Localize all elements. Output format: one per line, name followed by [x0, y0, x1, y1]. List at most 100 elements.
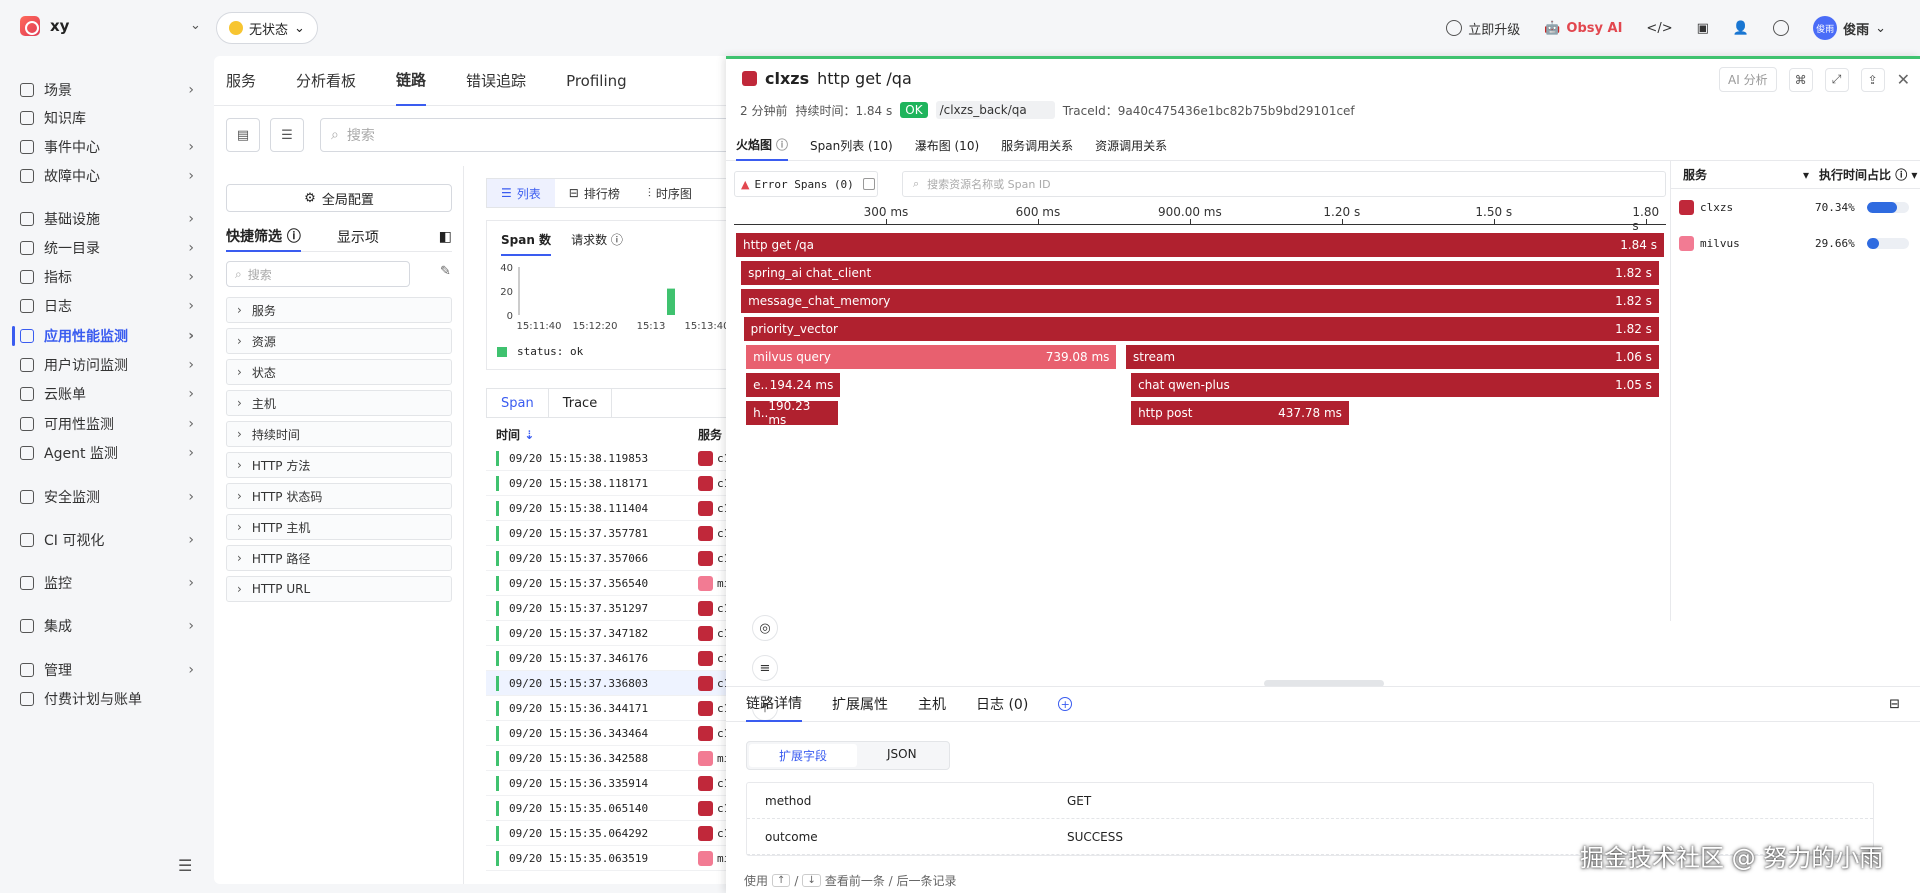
workspace-switcher[interactable]: xy ⌄: [20, 16, 201, 36]
table-row[interactable]: 09/20 15:15:37.346176 c1: [486, 646, 734, 671]
flame-span[interactable]: stream 1.06 s: [1126, 345, 1659, 369]
tab-drawer-3[interactable]: 服务调用关系: [1001, 131, 1073, 161]
tab-request-count[interactable]: 请求数 ⓘ: [571, 231, 623, 256]
sidebar-item-availability[interactable]: 可用性监测 ›: [20, 410, 200, 438]
error-spans-toggle[interactable]: ▲ Error Spans (0): [734, 171, 878, 197]
tab-detail-2[interactable]: 主机: [918, 686, 946, 722]
tab-4[interactable]: Profiling: [566, 56, 627, 106]
collapse-sidebar-icon[interactable]: ☰: [178, 856, 192, 875]
tab-detail-1[interactable]: 扩展属性: [832, 686, 888, 722]
sidebar-item-billing[interactable]: 付费计划与账单: [20, 685, 200, 713]
user-button[interactable]: 👤: [1733, 21, 1749, 36]
sidebar-item-monitor[interactable]: 监控 ›: [20, 569, 200, 597]
service-row[interactable]: clxzs 70.34%: [1671, 189, 1920, 225]
table-row[interactable]: 09/20 15:15:36.335914 c1: [486, 771, 734, 796]
column-service[interactable]: 服务: [1683, 166, 1803, 183]
sidebar-item-rum[interactable]: 用户访问监测 ›: [20, 351, 200, 379]
tab-drawer-1[interactable]: Span列表 (10): [810, 131, 893, 161]
tab-span-count[interactable]: Span 数: [501, 231, 552, 256]
sidebar-item-ci[interactable]: CI 可视化 ›: [20, 526, 200, 554]
attribute-value[interactable]: GET: [1067, 794, 1091, 808]
edit-icon[interactable]: ✎: [440, 264, 451, 279]
table-row[interactable]: 09/20 15:15:36.344171 c1: [486, 696, 734, 721]
facet-item[interactable]: › HTTP 主机: [226, 514, 452, 540]
facet-item[interactable]: › HTTP 状态码: [226, 483, 452, 509]
save-view-button[interactable]: ▤: [226, 118, 260, 152]
facet-item[interactable]: › 资源: [226, 328, 452, 354]
collapse-panel-icon[interactable]: ◧: [439, 229, 452, 245]
tab-2[interactable]: 链路: [396, 56, 427, 106]
table-row[interactable]: 09/20 15:15:35.065140 c1: [486, 796, 734, 821]
sidebar-item-fault[interactable]: 故障中心 ›: [20, 162, 200, 190]
global-config-button[interactable]: ⚙ 全局配置: [226, 184, 452, 212]
facet-item[interactable]: › 状态: [226, 359, 452, 385]
table-row[interactable]: 09/20 15:15:37.356540 mi: [486, 571, 734, 596]
flame-span[interactable]: e.. 194.24 ms: [746, 373, 841, 397]
facet-item[interactable]: › 持续时间: [226, 421, 452, 447]
upgrade-button[interactable]: 立即升级: [1446, 19, 1520, 38]
tab-drawer-4[interactable]: 资源调用关系: [1095, 131, 1167, 161]
sidebar-item-integration[interactable]: 集成 ›: [20, 612, 200, 640]
facet-item[interactable]: › 服务: [226, 297, 452, 323]
tab-view-1[interactable]: ⊟ 排行榜: [555, 179, 634, 207]
table-row[interactable]: 09/20 15:15:37.336803 c1: [486, 671, 734, 696]
sidebar-item-event[interactable]: 事件中心 ›: [20, 133, 200, 161]
help-button[interactable]: [1773, 20, 1790, 36]
chart-bar[interactable]: [667, 288, 675, 315]
facet-item[interactable]: › HTTP 方法: [226, 452, 452, 478]
flame-span[interactable]: chat qwen-plus 1.05 s: [1131, 373, 1659, 397]
sidebar-item-book[interactable]: 知识库: [20, 104, 200, 132]
add-tab-icon[interactable]: +: [1058, 697, 1073, 711]
sidebar-item-infra[interactable]: 基础设施 ›: [20, 205, 200, 233]
flame-search-input[interactable]: ⌕ 搜索资源名称或 Span ID: [902, 171, 1666, 197]
table-row[interactable]: 09/20 15:15:36.343464 c1: [486, 721, 734, 746]
sidebar-item-admin[interactable]: 管理 ›: [20, 656, 200, 684]
tab-trace[interactable]: Trace: [549, 389, 613, 417]
sidebar-item-metric[interactable]: 指标 ›: [20, 263, 200, 291]
flame-span[interactable]: h.. 190.23 ms: [746, 399, 839, 427]
locate-button[interactable]: ◎: [752, 615, 778, 641]
facet-item[interactable]: › 主机: [226, 390, 452, 416]
facet-item[interactable]: › HTTP 路径: [226, 545, 452, 571]
tab-view-0[interactable]: ☰ 列表: [487, 179, 555, 207]
table-row[interactable]: 09/20 15:15:38.119853 c1: [486, 446, 734, 471]
tab-view-2[interactable]: ⫶ 时序图: [634, 179, 706, 207]
attribute-value[interactable]: SUCCESS: [1067, 830, 1123, 844]
tab-detail-0[interactable]: 链路详情: [746, 686, 802, 722]
obsy-ai-button[interactable]: 🤖 Obsy AI: [1544, 21, 1622, 36]
column-service[interactable]: 服务: [698, 426, 722, 443]
sidebar-item-cloud-bill[interactable]: 云账单 ›: [20, 380, 200, 408]
table-row[interactable]: 09/20 15:15:37.351297 c1: [486, 596, 734, 621]
facet-item[interactable]: › HTTP URL: [226, 576, 452, 602]
tab-display-items[interactable]: 显示项: [337, 222, 379, 252]
screen-button[interactable]: ▣: [1697, 21, 1709, 36]
tab-3[interactable]: 错误追踪: [466, 56, 526, 106]
table-row[interactable]: 09/20 15:15:35.063519 mi: [486, 846, 734, 871]
sidebar-item-agent[interactable]: Agent 监测 ›: [20, 439, 200, 467]
flame-span[interactable]: milvus query 739.08 ms: [746, 345, 1117, 369]
share-icon[interactable]: ⇪: [1860, 67, 1885, 92]
service-row[interactable]: milvus 29.66%: [1671, 225, 1920, 261]
tab-drawer-2[interactable]: 瀑布图 (10): [915, 131, 979, 161]
error-spans-checkbox[interactable]: [862, 178, 875, 190]
column-time[interactable]: 时间 ⇣: [486, 426, 698, 443]
tab-1[interactable]: 分析看板: [296, 56, 356, 106]
list-button[interactable]: ≡: [752, 655, 778, 681]
flame-span[interactable]: http get /qa 1.84 s: [736, 233, 1664, 257]
sidebar-item-apm[interactable]: 应用性能监测 ›: [20, 322, 200, 350]
sidebar-item-log[interactable]: 日志 ›: [20, 292, 200, 320]
column-exec-ratio[interactable]: 执行时间占比: [1819, 166, 1891, 183]
trace-id[interactable]: TraceId：9a40c475436e1bc82b75b9bd29101cef: [1063, 102, 1355, 119]
status-selector[interactable]: 无状态 ⌄: [216, 12, 318, 44]
close-icon[interactable]: ✕: [1897, 70, 1910, 89]
sidebar-item-catalog[interactable]: 统一目录 ›: [20, 234, 200, 262]
table-row[interactable]: 09/20 15:15:35.064292 c1: [486, 821, 734, 846]
table-row[interactable]: 09/20 15:15:36.342588 mi: [486, 746, 734, 771]
filter-search-input[interactable]: ⌕ 搜索: [226, 261, 410, 287]
flame-span[interactable]: http post 437.78 ms: [1131, 401, 1349, 425]
sidebar-item-scene[interactable]: 场景 ›: [20, 76, 200, 104]
tab-0[interactable]: 服务: [226, 56, 256, 106]
collapse-detail-icon[interactable]: ⊟: [1889, 697, 1900, 712]
table-row[interactable]: 09/20 15:15:37.357066 c1: [486, 546, 734, 571]
table-row[interactable]: 09/20 15:15:38.118171 c1: [486, 471, 734, 496]
